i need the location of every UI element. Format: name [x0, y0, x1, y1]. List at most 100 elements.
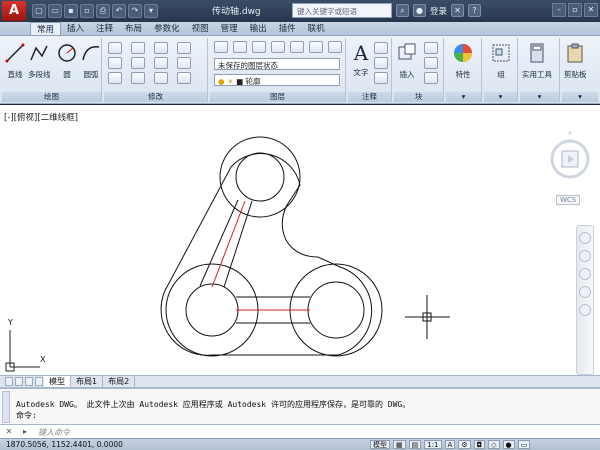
tab-manage[interactable]: 管理 [215, 22, 244, 35]
rotate-icon[interactable] [131, 42, 145, 54]
prev-tab-icon[interactable] [15, 377, 23, 386]
arc-tool[interactable]: 圆弧 [80, 42, 102, 80]
save-as-icon[interactable]: ▫ [80, 4, 94, 18]
new-icon[interactable]: ▢ [32, 4, 46, 18]
insert-tool[interactable]: 插入 [396, 42, 418, 80]
command-window-handle[interactable] [2, 391, 10, 423]
tab-model[interactable]: 模型 [44, 376, 71, 387]
clean-screen-icon[interactable]: ▭ [517, 440, 531, 449]
scale-icon[interactable] [131, 72, 145, 84]
first-tab-icon[interactable] [5, 377, 13, 386]
command-prompt-icon[interactable]: ▸ [18, 427, 32, 437]
layers-panel-label[interactable]: 图层 [210, 92, 345, 102]
polyline-tool[interactable]: 多段线 [28, 42, 51, 80]
layer-match-icon[interactable] [328, 41, 342, 53]
table-icon[interactable] [374, 72, 388, 84]
stretch-icon[interactable] [108, 72, 122, 84]
create-block-icon[interactable] [424, 42, 438, 54]
orbit-icon[interactable] [579, 286, 591, 298]
copy-icon[interactable] [108, 57, 122, 69]
user-icon[interactable]: ● [413, 4, 426, 17]
layer-state-select[interactable]: 未保存的图层状态 [214, 58, 340, 70]
dropdown-icon[interactable]: ▾ [144, 4, 158, 18]
text-tool[interactable]: A 文字 [350, 42, 372, 78]
groups-tool[interactable]: 组 [490, 42, 512, 80]
wcs-menu[interactable]: WCS [556, 195, 581, 205]
tab-home[interactable]: 常用 [30, 22, 62, 35]
last-tab-icon[interactable] [35, 377, 43, 386]
close-command-icon[interactable]: ✕ [4, 427, 14, 437]
modify-panel-label[interactable]: 修改 [104, 92, 207, 102]
layer-lock-icon[interactable] [309, 41, 323, 53]
maximize-button[interactable]: ▫ [568, 3, 582, 17]
leader-icon[interactable] [374, 57, 388, 69]
exchange-icon[interactable]: ✕ [451, 4, 465, 17]
workspace-switch-icon[interactable]: ⚙ [458, 440, 471, 449]
quick-view-layouts-icon[interactable]: ▦ [393, 440, 406, 449]
help-icon[interactable]: ? [468, 4, 482, 17]
properties-tool[interactable]: 特性 [452, 42, 474, 80]
circle-tool[interactable]: 圆 [56, 42, 78, 80]
tab-parametric[interactable]: 参数化 [148, 22, 186, 35]
tab-plugins[interactable]: 插件 [273, 22, 302, 35]
attribute-icon[interactable] [424, 72, 438, 84]
showmotion-icon[interactable] [579, 304, 591, 316]
move-icon[interactable] [108, 42, 122, 54]
tab-output[interactable]: 输出 [244, 22, 273, 35]
coordinate-readout[interactable]: 1870.5056, 1152.4401, 0.0000 [6, 440, 123, 449]
annotation-scale-button[interactable]: 1:1 [424, 440, 442, 449]
tab-layout2[interactable]: 布局2 [103, 376, 136, 387]
open-icon[interactable]: ▭ [48, 4, 62, 18]
model-space-button[interactable]: 模型 [370, 440, 390, 449]
hardware-acceleration-icon[interactable]: ◇ [488, 440, 500, 449]
fillet-icon[interactable] [154, 57, 168, 69]
offset-icon[interactable] [177, 72, 191, 84]
annotation-panel-label[interactable]: 注释 [348, 92, 391, 102]
login-link[interactable]: 登录 [430, 5, 447, 17]
close-button[interactable]: ✕ [584, 3, 598, 17]
layer-properties-icon[interactable] [214, 41, 228, 53]
layer-freeze-icon[interactable] [290, 41, 304, 53]
groups-panel-label[interactable]: ▾ [484, 92, 517, 102]
application-menu-button[interactable]: A [2, 1, 26, 21]
tab-layout1[interactable]: 布局1 [71, 376, 104, 387]
pan-icon[interactable] [579, 250, 591, 262]
isolate-objects-icon[interactable]: ● [502, 440, 515, 449]
utilities-tool[interactable]: 实用工具 [522, 42, 552, 80]
block-panel-label[interactable]: 块 [394, 92, 443, 102]
trim-icon[interactable] [154, 42, 168, 54]
properties-panel-label[interactable]: ▾ [446, 92, 481, 102]
erase-icon[interactable] [177, 42, 191, 54]
navigation-bar[interactable] [576, 225, 594, 375]
line-tool[interactable]: 直线 [4, 42, 26, 80]
current-layer-select[interactable]: ● ☀ ■ 轮廓 [214, 74, 340, 86]
explode-icon[interactable] [177, 57, 191, 69]
minimize-button[interactable]: – [552, 3, 566, 17]
clipboard-panel-label[interactable]: ▾ [562, 92, 598, 102]
quick-view-drawings-icon[interactable]: ▤ [408, 440, 422, 449]
layer-off-icon[interactable] [271, 41, 285, 53]
clipboard-tool[interactable]: 剪贴板 [564, 42, 587, 80]
redo-icon[interactable]: ↷ [128, 4, 142, 18]
zoom-icon[interactable] [579, 268, 591, 280]
search-input[interactable]: 键入关键字或短语 [292, 3, 392, 18]
utilities-panel-label[interactable]: ▾ [520, 92, 559, 102]
search-icon[interactable]: ⌕ [396, 4, 409, 17]
viewcube[interactable]: ▵ [548, 125, 592, 195]
draw-panel-label[interactable]: 绘图 [2, 92, 101, 102]
print-icon[interactable]: ⎙ [96, 4, 110, 18]
layer-isolate-icon[interactable] [252, 41, 266, 53]
save-icon[interactable]: ▪ [64, 4, 78, 18]
command-input[interactable]: 键入命令 [38, 427, 70, 438]
annotation-visibility-icon[interactable]: A [444, 440, 456, 449]
drawing-canvas[interactable]: [-][俯视][二维线框] Y X ▵ WCS [0, 105, 600, 375]
command-input-bar[interactable]: ✕ ▸ 键入命令 [0, 424, 600, 438]
tab-view[interactable]: 视图 [186, 22, 215, 35]
undo-icon[interactable]: ↶ [112, 4, 126, 18]
mirror-icon[interactable] [131, 57, 145, 69]
next-tab-icon[interactable] [25, 377, 33, 386]
tab-annotate[interactable]: 注释 [90, 22, 119, 35]
tab-online[interactable]: 联机 [302, 22, 331, 35]
dimension-icon[interactable] [374, 42, 388, 54]
layer-state-icon[interactable] [233, 41, 247, 53]
